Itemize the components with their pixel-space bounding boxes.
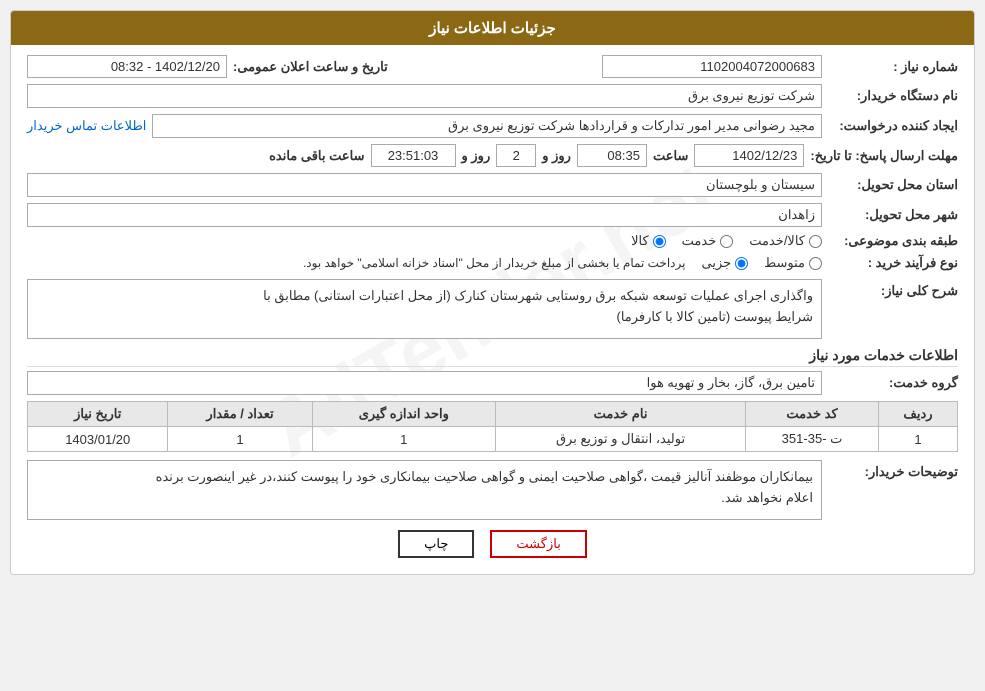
city-value: زاهدان xyxy=(27,203,822,227)
purchase-type-option-motavasset[interactable]: متوسط xyxy=(764,255,822,271)
category-label-kala-khedmat: کالا/خدمت xyxy=(749,233,805,249)
purchase-type-label: نوع فرآیند خرید : xyxy=(828,255,958,271)
creator-link[interactable]: اطلاعات تماس خریدار xyxy=(27,118,146,134)
deadline-time: 08:35 xyxy=(577,144,647,167)
col-header-name: نام خدمت xyxy=(496,402,746,427)
description-section: شرح کلی نیاز: واگذاری اجرای عملیات توسعه… xyxy=(27,279,958,339)
category-radio-khedmat[interactable] xyxy=(720,235,733,248)
cell-row: 1 xyxy=(879,427,958,452)
announce-date-label: تاریخ و ساعت اعلان عمومی: xyxy=(233,59,388,75)
service-group-row: گروه خدمت: تامین برق، گاز، بخار و تهویه … xyxy=(27,371,958,395)
purchase-type-note: پرداخت تمام یا بخشی از مبلغ خریدار از مح… xyxy=(303,256,686,270)
remaining-label: روز و xyxy=(462,148,491,164)
description-value: واگذاری اجرای عملیات توسعه شبکه برق روست… xyxy=(27,279,822,339)
services-table: ردیف کد خدمت نام خدمت واحد اندازه گیری ت… xyxy=(27,401,958,452)
category-label-khedmat: خدمت xyxy=(682,233,717,249)
deadline-date: 1402/12/23 xyxy=(694,144,804,167)
deadline-time-label: ساعت xyxy=(653,148,688,164)
city-row: شهر محل تحویل: زاهدان xyxy=(27,203,958,227)
city-label: شهر محل تحویل: xyxy=(828,207,958,223)
cell-code: ت -35-351 xyxy=(746,427,879,452)
description-label: شرح کلی نیاز: xyxy=(828,279,958,299)
col-header-row: ردیف xyxy=(879,402,958,427)
buyer-notes-value: بیمانکاران موظفند آنالیز قیمت ،گواهی صلا… xyxy=(27,460,822,520)
category-radio-kala-khedmat[interactable] xyxy=(809,235,822,248)
category-radio-kala[interactable] xyxy=(653,235,666,248)
purchase-type-row: نوع فرآیند خرید : متوسط جزیی پرداخت تمام… xyxy=(27,255,958,271)
province-value: سیستان و بلوچستان xyxy=(27,173,822,197)
cell-name: تولید، انتقال و توزیع برق xyxy=(496,427,746,452)
category-option-kala-khedmat[interactable]: کالا/خدمت xyxy=(749,233,822,249)
cell-unit: 1 xyxy=(312,427,495,452)
category-radio-group: کالا/خدمت خدمت کالا xyxy=(631,233,822,249)
buttons-row: بازگشت چاپ xyxy=(27,530,958,558)
purchase-type-radio-jozi[interactable] xyxy=(735,257,748,270)
main-card: جزئیات اطلاعات نیاز AllTender.net شماره … xyxy=(10,10,975,575)
page-title: جزئیات اطلاعات نیاز xyxy=(11,11,974,45)
announce-date-value: 1402/12/20 - 08:32 xyxy=(27,55,227,78)
province-row: استان محل تحویل: سیستان و بلوچستان xyxy=(27,173,958,197)
purchase-type-option-jozi[interactable]: جزیی xyxy=(701,255,748,271)
deadline-days: 2 xyxy=(496,144,536,167)
deadline-row: مهلت ارسال پاسخ: تا تاریخ: 1402/12/23 سا… xyxy=(27,144,958,167)
creator-value: مجید رضوانی مدیر امور تدارکات و قرارداده… xyxy=(152,114,822,138)
buyer-org-row: نام دستگاه خریدار: شرکت توزیع نیروی برق xyxy=(27,84,958,108)
service-group-label: گروه خدمت: xyxy=(828,375,958,391)
creator-label: ایجاد کننده درخواست: xyxy=(828,118,958,134)
cell-quantity: 1 xyxy=(168,427,312,452)
col-header-date: تاریخ نیاز xyxy=(28,402,168,427)
deadline-label: مهلت ارسال پاسخ: تا تاریخ: xyxy=(810,148,958,164)
col-header-code: کد خدمت xyxy=(746,402,879,427)
purchase-type-label-jozi: جزیی xyxy=(701,255,731,271)
back-button[interactable]: بازگشت xyxy=(490,530,586,558)
deadline-remaining: 23:51:03 xyxy=(371,144,456,167)
need-number-row: شماره نیاز : 1102004072000683 تاریخ و سا… xyxy=(27,55,958,78)
col-header-qty: تعداد / مقدار xyxy=(168,402,312,427)
table-row: 1 ت -35-351 تولید، انتقال و توزیع برق 1 … xyxy=(28,427,958,452)
category-option-kala[interactable]: کالا xyxy=(631,233,666,249)
category-label: طبقه بندی موضوعی: xyxy=(828,233,958,249)
need-number-value: 1102004072000683 xyxy=(602,55,822,78)
purchase-type-radio-motavasset[interactable] xyxy=(809,257,822,270)
page-container: جزئیات اطلاعات نیاز AllTender.net شماره … xyxy=(0,0,985,691)
service-info-title: اطلاعات خدمات مورد نیاز xyxy=(27,347,958,367)
category-row: طبقه بندی موضوعی: کالا/خدمت خدمت کالا xyxy=(27,233,958,249)
deadline-days-label: روز و xyxy=(542,148,571,164)
service-group-value: تامین برق، گاز، بخار و تهویه هوا xyxy=(27,371,822,395)
category-label-kala: کالا xyxy=(631,233,649,249)
need-number-label: شماره نیاز : xyxy=(828,59,958,75)
buyer-org-label: نام دستگاه خریدار: xyxy=(828,88,958,104)
category-option-khedmat[interactable]: خدمت xyxy=(682,233,734,249)
buyer-notes-section: توضیحات خریدار: بیمانکاران موظفند آنالیز… xyxy=(27,460,958,520)
purchase-type-label-motavasset: متوسط xyxy=(764,255,805,271)
creator-row: ایجاد کننده درخواست: مجید رضوانی مدیر ام… xyxy=(27,114,958,138)
province-label: استان محل تحویل: xyxy=(828,177,958,193)
col-header-unit: واحد اندازه گیری xyxy=(312,402,495,427)
card-body: AllTender.net شماره نیاز : 1102004072000… xyxy=(11,45,974,574)
remaining-text-label: ساعت باقی مانده xyxy=(269,148,364,164)
cell-date: 1403/01/20 xyxy=(28,427,168,452)
purchase-type-radio-group: متوسط جزیی xyxy=(701,255,822,271)
print-button[interactable]: چاپ xyxy=(398,530,474,558)
buyer-org-value: شرکت توزیع نیروی برق xyxy=(27,84,822,108)
buyer-notes-label: توضیحات خریدار: xyxy=(828,460,958,480)
